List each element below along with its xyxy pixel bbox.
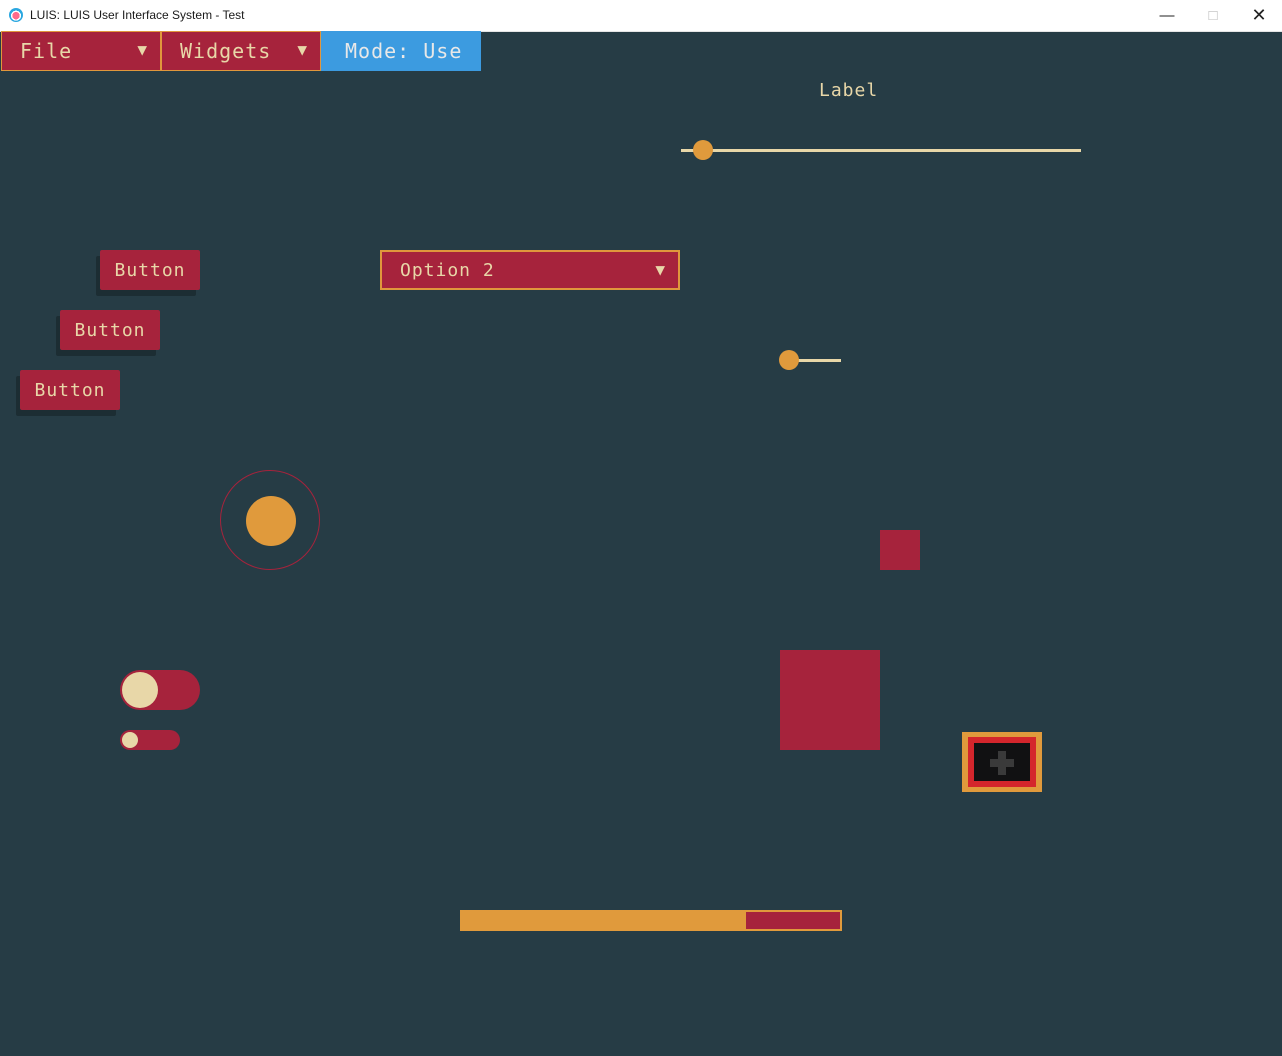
slider-small-thumb[interactable] [779, 350, 799, 370]
knob-handle[interactable] [246, 496, 296, 546]
mode-toggle-button[interactable]: Mode: Use [321, 31, 481, 71]
maximize-icon[interactable]: □ [1190, 0, 1236, 31]
chevron-down-icon: ▼ [297, 40, 308, 59]
toggle-large[interactable] [120, 670, 200, 710]
menu-file-label: File [20, 39, 73, 63]
large-square-widget[interactable] [780, 650, 880, 750]
toggle-small[interactable] [120, 730, 180, 750]
button-2[interactable]: Button [60, 310, 160, 350]
plus-icon [998, 751, 1006, 775]
toggle-large-knob [122, 672, 158, 708]
toggle-small-knob [122, 732, 138, 748]
menu-widgets[interactable]: Widgets ▼ [161, 31, 321, 71]
app-canvas: File ▼ Widgets ▼ Mode: Use Label Button … [1, 31, 1281, 1055]
button-3[interactable]: Button [20, 370, 120, 410]
slider-large-thumb[interactable] [693, 140, 713, 160]
window-titlebar: LUIS: LUIS User Interface System - Test … [0, 0, 1282, 32]
dropdown-selected: Option 2 [400, 259, 495, 281]
app-icon [9, 8, 23, 22]
image-placeholder[interactable] [962, 732, 1042, 792]
option-dropdown[interactable]: Option 2 ▼ [380, 250, 680, 290]
close-icon[interactable]: ✕ [1236, 0, 1282, 31]
progress-bar [460, 910, 842, 931]
small-square-widget[interactable] [880, 530, 920, 570]
slider-large-track[interactable] [681, 149, 1081, 152]
mode-label: Mode: Use [345, 39, 463, 63]
window-title: LUIS: LUIS User Interface System - Test [30, 8, 245, 22]
label-text: Label [819, 80, 879, 101]
menu-file[interactable]: File ▼ [1, 31, 161, 71]
button-1[interactable]: Button [100, 250, 200, 290]
progress-fill [462, 912, 746, 929]
minimize-icon[interactable]: — [1144, 0, 1190, 31]
chevron-down-icon: ▼ [137, 40, 148, 59]
menu-widgets-label: Widgets [180, 39, 272, 63]
chevron-down-icon: ▼ [655, 260, 666, 279]
